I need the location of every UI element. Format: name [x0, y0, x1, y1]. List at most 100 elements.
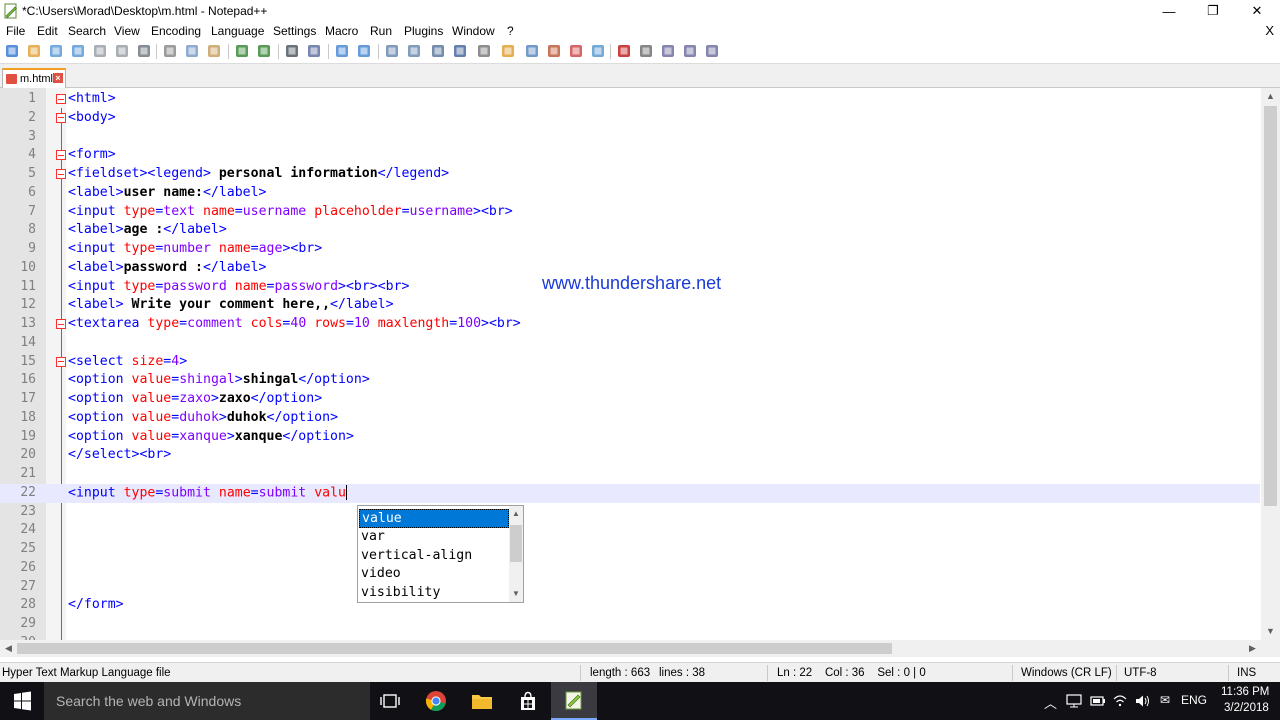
scroll-down-icon[interactable]: ▼ [509, 587, 523, 601]
menu-run[interactable]: Run [370, 24, 392, 38]
menu-help[interactable]: ? [507, 24, 514, 38]
record-macro-icon[interactable] [616, 43, 632, 59]
close-all-icon[interactable] [114, 43, 130, 59]
menu-macro[interactable]: Macro [325, 24, 358, 38]
code-line[interactable]: 17 <option value=zaxo>zaxo</option> [0, 390, 1260, 409]
scroll-down-icon[interactable]: ▼ [1261, 623, 1280, 640]
code-line[interactable]: 26 [0, 559, 1260, 578]
code-line[interactable]: 2 <body> [0, 109, 1260, 128]
autocomplete-item[interactable]: vertical-align [359, 547, 509, 566]
code-line[interactable]: 7 <input type=text name=username placehol… [0, 203, 1260, 222]
autocomplete-item[interactable]: var [359, 528, 509, 547]
scroll-up-icon[interactable]: ▲ [509, 507, 523, 521]
menu-language[interactable]: Language [211, 24, 264, 38]
code-line[interactable]: 8 <label>age :</label> [0, 221, 1260, 240]
clock-time[interactable]: 11:36 PM [1221, 686, 1269, 698]
editor-area[interactable]: 1 <html> 2 <body> 3 4 <form> 5 <fieldset><legend… [0, 88, 1280, 640]
menu-encoding[interactable]: Encoding [151, 24, 201, 38]
horizontal-scrollbar[interactable]: ◀ ▶ [0, 640, 1261, 657]
restore-button[interactable]: ❐ [1190, 0, 1236, 22]
tab-m-html[interactable]: m.html × [2, 68, 66, 88]
print-icon[interactable] [136, 43, 152, 59]
code-line[interactable]: 18 <option value=duhok>duhok</option> [0, 409, 1260, 428]
zoom-out-icon[interactable] [356, 43, 372, 59]
menu-edit[interactable]: Edit [37, 24, 58, 38]
tab-close-icon[interactable]: × [53, 73, 63, 83]
code-line[interactable]: 28 </form> [0, 596, 1260, 615]
copy-icon[interactable] [184, 43, 200, 59]
taskbar-file-explorer[interactable] [459, 682, 505, 720]
close-document-button[interactable]: X [1265, 23, 1274, 38]
taskbar-store[interactable] [505, 682, 551, 720]
redo-icon[interactable] [256, 43, 272, 59]
code-line[interactable]: 16 <option value=shingal>shingal</option> [0, 371, 1260, 390]
autocomplete-scroll-thumb[interactable] [510, 525, 522, 562]
taskbar-chrome[interactable] [413, 682, 459, 720]
monitoring-icon[interactable] [590, 43, 606, 59]
fold-toggle-icon[interactable] [56, 169, 66, 179]
start-button[interactable] [0, 682, 44, 720]
save-macro-icon[interactable] [704, 43, 720, 59]
minimize-button[interactable]: — [1146, 0, 1192, 22]
code-line[interactable]: 5 <fieldset><legend> personal information… [0, 165, 1260, 184]
save-all-icon[interactable] [70, 43, 86, 59]
code-line[interactable]: 19 <option value=xanque>xanque</option> [0, 428, 1260, 447]
taskbar-search-box[interactable]: Search the web and Windows [44, 682, 370, 720]
new-file-icon[interactable] [4, 43, 20, 59]
menu-file[interactable]: File [6, 24, 25, 38]
code-line[interactable]: 22 <input type=submit name=submit valu [0, 483, 1260, 503]
tray-expand-icon[interactable]: ︿ [1044, 693, 1057, 712]
code-line[interactable]: 1 <html> [0, 90, 1260, 109]
task-view-button[interactable] [367, 682, 413, 720]
code-line[interactable]: 9 <input type=number name=age><br> [0, 240, 1260, 259]
menu-plugins[interactable]: Plugins [404, 24, 443, 38]
autocomplete-item[interactable]: video [359, 565, 509, 584]
word-wrap-icon[interactable] [430, 43, 446, 59]
code-line[interactable]: 20 </select><br> [0, 446, 1260, 465]
menu-window[interactable]: Window [452, 24, 495, 38]
scroll-left-icon[interactable]: ◀ [0, 640, 17, 657]
run-macro-multiple-icon[interactable] [682, 43, 698, 59]
user-language-icon[interactable] [500, 43, 516, 59]
fold-toggle-icon[interactable] [56, 112, 66, 123]
zoom-in-icon[interactable] [334, 43, 350, 59]
cut-icon[interactable] [162, 43, 178, 59]
code-line[interactable]: 3 [0, 128, 1260, 147]
undo-icon[interactable] [234, 43, 250, 59]
code-line[interactable]: 12 <label> Write your comment here,,</lab… [0, 296, 1260, 315]
status-encoding[interactable]: UTF-8 [1124, 667, 1157, 679]
indent-guide-icon[interactable] [476, 43, 492, 59]
battery-icon[interactable] [1090, 695, 1106, 707]
code-line[interactable]: 15 <select size=4> [0, 353, 1260, 372]
code-line[interactable]: 13 <textarea type=comment cols=40 rows=10… [0, 315, 1260, 334]
status-eol[interactable]: Windows (CR LF) [1021, 667, 1112, 679]
fold-toggle-icon[interactable] [56, 356, 66, 367]
code-line[interactable]: 25 [0, 540, 1260, 559]
folder-workspace-icon[interactable] [568, 43, 584, 59]
sync-horizontal-icon[interactable] [406, 43, 422, 59]
horizontal-scroll-thumb[interactable] [17, 643, 892, 654]
save-icon[interactable] [48, 43, 64, 59]
function-list-icon[interactable] [546, 43, 562, 59]
fold-toggle-icon[interactable] [56, 94, 66, 104]
show-all-chars-icon[interactable] [452, 43, 468, 59]
stop-record-icon[interactable] [638, 43, 654, 59]
code-line[interactable]: 24 [0, 521, 1260, 540]
autocomplete-item[interactable]: value [359, 509, 509, 528]
find-icon[interactable] [284, 43, 300, 59]
autocomplete-item[interactable]: visibility [359, 584, 509, 603]
paste-icon[interactable] [206, 43, 222, 59]
vertical-scroll-thumb[interactable] [1264, 106, 1277, 506]
open-file-icon[interactable] [26, 43, 42, 59]
code-line[interactable]: 27 [0, 578, 1260, 597]
fold-toggle-icon[interactable] [56, 150, 66, 161]
play-macro-icon[interactable] [660, 43, 676, 59]
close-icon[interactable] [92, 43, 108, 59]
network-icon[interactable] [1066, 694, 1082, 708]
menu-settings[interactable]: Settings [273, 24, 316, 38]
wifi-icon[interactable] [1112, 694, 1128, 708]
scroll-up-icon[interactable]: ▲ [1261, 88, 1280, 105]
code-line[interactable]: 29 [0, 615, 1260, 634]
code-line[interactable]: 21 [0, 465, 1260, 484]
fold-toggle-icon[interactable] [56, 319, 66, 329]
